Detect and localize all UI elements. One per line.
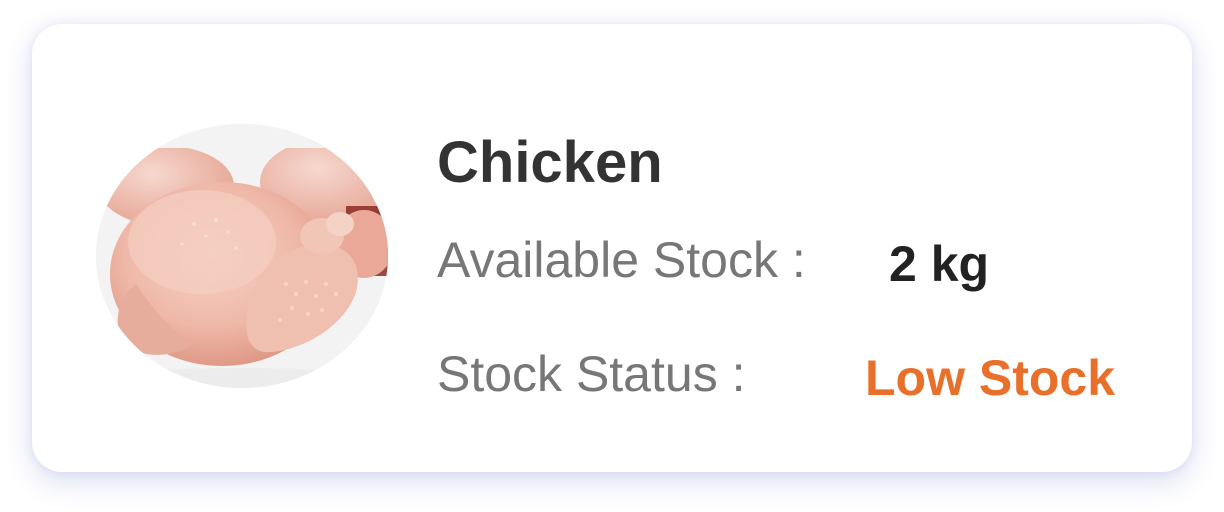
product-stock-card[interactable]: Chicken Available Stock : 2 kg Stock Sta… [32,24,1192,472]
product-name: Chicken [437,130,663,195]
stock-status-badge: Low Stock [865,350,1116,406]
stock-status-label: Stock Status : [437,346,746,402]
chicken-image [96,124,388,388]
available-stock-value: 2 kg [889,236,990,292]
available-stock-label: Available Stock : [437,232,806,288]
